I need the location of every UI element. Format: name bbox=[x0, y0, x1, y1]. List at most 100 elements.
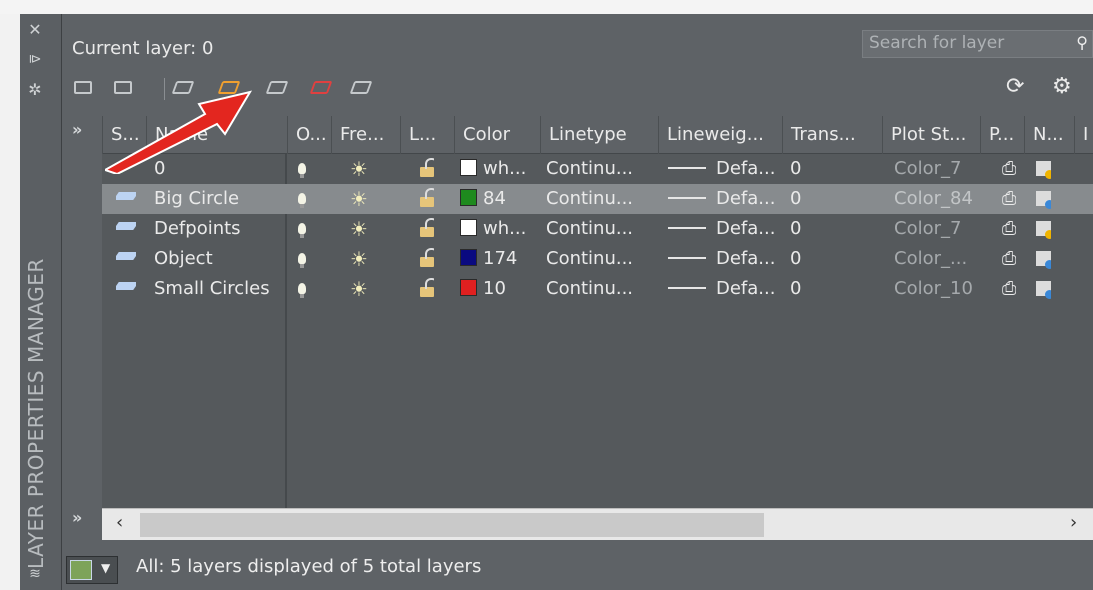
linetype-cell[interactable]: Continu... bbox=[546, 214, 658, 244]
color-cell[interactable]: wh... bbox=[460, 154, 540, 184]
table-row[interactable]: Small Circles ☀ 10 Continu... Defa... 0 Color_… bbox=[102, 274, 1093, 304]
status-cell[interactable] bbox=[116, 214, 136, 244]
plot-style-cell[interactable]: Color_7 bbox=[894, 154, 978, 184]
sun-icon[interactable]: ☀ bbox=[350, 154, 368, 184]
layer-name[interactable]: Big Circle bbox=[154, 184, 284, 214]
sun-icon[interactable]: ☀ bbox=[350, 244, 368, 274]
expand-filter-tree-icon-bottom[interactable]: » bbox=[72, 508, 82, 527]
color-cell[interactable]: 10 bbox=[460, 274, 540, 304]
scroll-left-icon[interactable]: ‹ bbox=[116, 512, 123, 533]
bulb-icon[interactable] bbox=[298, 214, 306, 244]
new-layer-vp-frozen-icon[interactable] bbox=[265, 76, 290, 100]
set-current-icon[interactable] bbox=[349, 76, 374, 100]
col-status[interactable]: S... bbox=[102, 116, 146, 154]
transparency-cell[interactable]: 0 bbox=[790, 274, 801, 304]
transparency-cell[interactable]: 0 bbox=[790, 244, 801, 274]
horizontal-scrollbar[interactable]: ‹ › bbox=[102, 508, 1093, 540]
col-on[interactable]: O... bbox=[287, 116, 331, 154]
sun-icon[interactable]: ☀ bbox=[350, 214, 368, 244]
color-cell[interactable]: wh... bbox=[460, 214, 540, 244]
new-vp-freeze-icon[interactable] bbox=[1036, 244, 1051, 274]
table-row[interactable]: Object ☀ 174 Continu... Defa... 0 Color_... ⎙ bbox=[102, 244, 1093, 274]
lineweight-cell[interactable]: Defa... bbox=[668, 214, 780, 244]
col-lineweight[interactable]: Lineweig... bbox=[658, 116, 782, 154]
printer-icon[interactable]: ⎙ bbox=[1002, 184, 1016, 214]
gear-icon[interactable]: ⚙ bbox=[1052, 74, 1072, 99]
unlock-icon[interactable] bbox=[420, 214, 434, 244]
plot-style-cell[interactable]: Color_... bbox=[894, 244, 978, 274]
layer-name[interactable]: Defpoints bbox=[154, 214, 284, 244]
col-freeze[interactable]: Fre... bbox=[331, 116, 400, 154]
col-new-vp-freeze[interactable]: N... bbox=[1024, 116, 1074, 154]
layer-icon bbox=[116, 252, 136, 260]
autohide-icon[interactable]: ⧐ bbox=[20, 52, 50, 67]
layer-name[interactable]: Object bbox=[154, 244, 284, 274]
new-group-filter-icon[interactable] bbox=[112, 76, 136, 100]
new-layer-icon[interactable] bbox=[217, 76, 242, 100]
sun-icon[interactable]: ☀ bbox=[350, 184, 368, 214]
filter-dropdown-button[interactable]: ▼ bbox=[66, 556, 118, 584]
new-vp-freeze-icon[interactable] bbox=[1036, 274, 1051, 304]
color-cell[interactable]: 174 bbox=[460, 244, 540, 274]
col-plot-style[interactable]: Plot St... bbox=[882, 116, 980, 154]
layer-name[interactable]: 0 bbox=[154, 154, 284, 184]
table-row[interactable]: ✓ 0 ☀ wh... Continu... Defa... 0 Color_7 ⎙ bbox=[102, 154, 1093, 184]
bulb-icon[interactable] bbox=[298, 184, 306, 214]
bulb-icon[interactable] bbox=[298, 154, 306, 184]
new-property-filter-icon[interactable] bbox=[72, 76, 96, 100]
col-color[interactable]: Color bbox=[454, 116, 540, 154]
col-linetype[interactable]: Linetype bbox=[540, 116, 658, 154]
plot-style-cell[interactable]: Color_84 bbox=[894, 184, 978, 214]
col-description[interactable]: I bbox=[1074, 116, 1093, 154]
new-vp-freeze-icon[interactable] bbox=[1036, 154, 1051, 184]
plot-style-cell[interactable]: Color_10 bbox=[894, 274, 978, 304]
bulb-icon[interactable] bbox=[298, 274, 306, 304]
status-cell[interactable] bbox=[116, 244, 136, 274]
unlock-icon[interactable] bbox=[420, 184, 434, 214]
search-input[interactable]: Search for layer ⚲ bbox=[862, 30, 1093, 58]
layer-states-manager-icon[interactable] bbox=[171, 76, 196, 100]
refresh-icon[interactable]: ⟳ bbox=[1006, 74, 1024, 99]
color-cell[interactable]: 84 bbox=[460, 184, 540, 214]
col-plot[interactable]: P... bbox=[980, 116, 1024, 154]
unlock-icon[interactable] bbox=[420, 274, 434, 304]
new-vp-freeze-icon[interactable] bbox=[1036, 214, 1051, 244]
bulb-icon[interactable] bbox=[298, 244, 306, 274]
table-row[interactable]: Defpoints ☀ wh... Continu... Defa... 0 Color_7… bbox=[102, 214, 1093, 244]
scroll-right-icon[interactable]: › bbox=[1070, 512, 1077, 533]
scrollbar-thumb[interactable] bbox=[140, 513, 764, 537]
expand-filter-tree-icon[interactable]: » bbox=[72, 120, 82, 139]
layer-name[interactable]: Small Circles bbox=[154, 274, 284, 304]
search-icon[interactable]: ⚲ bbox=[1076, 33, 1088, 52]
lineweight-cell[interactable]: Defa... bbox=[668, 184, 780, 214]
status-cell[interactable] bbox=[116, 184, 136, 214]
printer-icon[interactable]: ⎙ bbox=[1002, 244, 1016, 274]
status-cell[interactable] bbox=[116, 274, 136, 304]
sun-icon[interactable]: ☀ bbox=[350, 274, 368, 304]
lineweight-cell[interactable]: Defa... bbox=[668, 244, 780, 274]
col-lock[interactable]: L... bbox=[400, 116, 454, 154]
linetype-cell[interactable]: Continu... bbox=[546, 244, 658, 274]
new-vp-freeze-icon[interactable] bbox=[1036, 184, 1051, 214]
close-icon[interactable]: ✕ bbox=[20, 20, 50, 39]
transparency-cell[interactable]: 0 bbox=[790, 154, 801, 184]
delete-layer-icon[interactable] bbox=[309, 76, 334, 100]
linetype-cell[interactable]: Continu... bbox=[546, 274, 658, 304]
table-row[interactable]: Big Circle ☀ 84 Continu... Defa... 0 Color_84 ⎙ bbox=[102, 184, 1093, 214]
linetype-cell[interactable]: Continu... bbox=[546, 154, 658, 184]
linetype-cell[interactable]: Continu... bbox=[546, 184, 658, 214]
unlock-icon[interactable] bbox=[420, 154, 434, 184]
plot-style-cell[interactable]: Color_7 bbox=[894, 214, 978, 244]
printer-icon[interactable]: ⎙ bbox=[1002, 214, 1016, 244]
properties-icon[interactable]: ✲ bbox=[20, 80, 50, 99]
transparency-cell[interactable]: 0 bbox=[790, 184, 801, 214]
col-transparency[interactable]: Trans... bbox=[782, 116, 882, 154]
lineweight-cell[interactable]: Defa... bbox=[668, 154, 780, 184]
transparency-cell[interactable]: 0 bbox=[790, 214, 801, 244]
col-name[interactable]: Name bbox=[146, 116, 287, 154]
lineweight-cell[interactable]: Defa... bbox=[668, 274, 780, 304]
status-cell[interactable]: ✓ bbox=[116, 154, 134, 184]
printer-icon[interactable]: ⎙ bbox=[1002, 274, 1016, 304]
printer-icon[interactable]: ⎙ bbox=[1002, 154, 1016, 184]
unlock-icon[interactable] bbox=[420, 244, 434, 274]
